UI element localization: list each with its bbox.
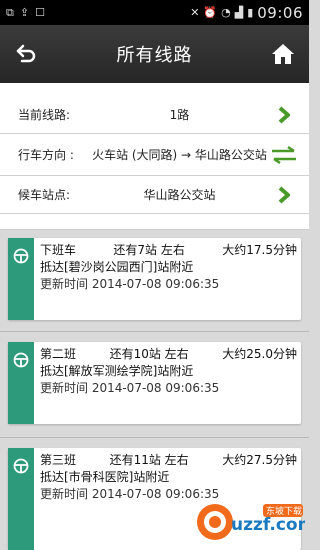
bus-name: 下班车 bbox=[40, 243, 77, 257]
divider bbox=[0, 437, 309, 438]
bus-update-time: 更新时间 2014-07-08 09:06:35 bbox=[40, 381, 220, 395]
back-icon bbox=[16, 44, 36, 63]
bus-card[interactable]: 下班车 还有7站 左右 大约17.5分钟 抵达[碧沙岗公园西门]站附近 更新时间… bbox=[8, 238, 301, 320]
divider bbox=[0, 331, 309, 332]
bus-update-time: 更新时间 2014-07-08 09:06:35 bbox=[40, 277, 220, 291]
home-icon bbox=[272, 44, 294, 64]
bus-stops-remaining: 还有7站 左右 bbox=[113, 243, 185, 257]
direction-value: 火车站 (大同路) → 华山路公交站 bbox=[92, 147, 267, 162]
status-bar: ⧉ ⇪ ☐ ✕ ⏰ ◔ ▟ ▮ 09:06 bbox=[0, 0, 309, 25]
home-button[interactable] bbox=[269, 40, 297, 68]
bus-eta: 大约27.5分钟 bbox=[222, 453, 297, 467]
current-route-row[interactable]: 当前线路: 1路 bbox=[0, 96, 309, 134]
stop-label: 候车站点: bbox=[18, 188, 71, 202]
steering-wheel-icon bbox=[13, 458, 29, 474]
phone-icon: ☐ bbox=[35, 6, 45, 19]
chevron-right-icon bbox=[278, 185, 290, 204]
steering-wheel-icon bbox=[13, 352, 29, 368]
route-value: 1路 bbox=[169, 107, 190, 122]
bus-stops-remaining: 还有11站 左右 bbox=[109, 453, 189, 467]
watermark-logo: uzzf.com 东坡下载 bbox=[195, 498, 315, 544]
chevron-right-icon bbox=[278, 105, 290, 124]
usb-icon: ⇪ bbox=[19, 6, 30, 19]
app-header: 所有线路 bbox=[0, 25, 309, 83]
bus-stops-remaining: 还有10站 左右 bbox=[109, 347, 189, 361]
notification-icon: ⧉ bbox=[6, 5, 14, 19]
signal-icon: ▟ bbox=[234, 6, 244, 19]
card-strip bbox=[8, 238, 34, 320]
svg-text:东坡下载: 东坡下载 bbox=[266, 505, 302, 517]
bus-location: 抵达[市骨科医院]站附近 bbox=[40, 470, 170, 484]
card-strip bbox=[8, 448, 34, 550]
bus-card[interactable]: 第二班 还有10站 左右 大约25.0分钟 抵达[解放军测绘学院]站附近 更新时… bbox=[8, 342, 301, 424]
battery-icon: ▮ bbox=[247, 6, 254, 19]
bus-name: 第三班 bbox=[40, 453, 77, 467]
wifi-icon: ◔ bbox=[221, 6, 231, 19]
card-strip bbox=[8, 342, 34, 424]
direction-label: 行车方向 : bbox=[18, 148, 74, 162]
page-title: 所有线路 bbox=[116, 45, 193, 66]
alarm-icon: ⏰ bbox=[203, 6, 218, 19]
svg-text:uzzf.com: uzzf.com bbox=[231, 515, 305, 535]
swap-direction-button[interactable] bbox=[269, 145, 299, 165]
stop-row[interactable]: 候车站点: 华山路公交站 bbox=[0, 176, 309, 214]
stop-value: 华山路公交站 bbox=[143, 187, 216, 202]
bus-location: 抵达[碧沙岗公园西门]站附近 bbox=[40, 260, 194, 274]
stop-arrow[interactable] bbox=[269, 185, 299, 204]
bus-eta: 大约17.5分钟 bbox=[222, 243, 297, 257]
bus-eta: 大约25.0分钟 bbox=[222, 347, 297, 361]
back-button[interactable] bbox=[12, 40, 40, 68]
route-info-panel: 当前线路: 1路 行车方向 : 火车站 (大同路) → 华山路公交站 候车站点:… bbox=[0, 83, 309, 230]
route-arrow[interactable] bbox=[269, 105, 299, 124]
bus-name: 第二班 bbox=[40, 347, 77, 361]
bus-location: 抵达[解放军测绘学院]站附近 bbox=[40, 364, 194, 378]
mute-icon: ✕ bbox=[190, 6, 200, 19]
steering-wheel-icon bbox=[13, 248, 29, 264]
clock: 09:06 bbox=[257, 3, 303, 22]
swap-icon bbox=[272, 145, 296, 164]
direction-row: 行车方向 : 火车站 (大同路) → 华山路公交站 bbox=[0, 134, 309, 176]
route-label: 当前线路: bbox=[18, 108, 71, 122]
